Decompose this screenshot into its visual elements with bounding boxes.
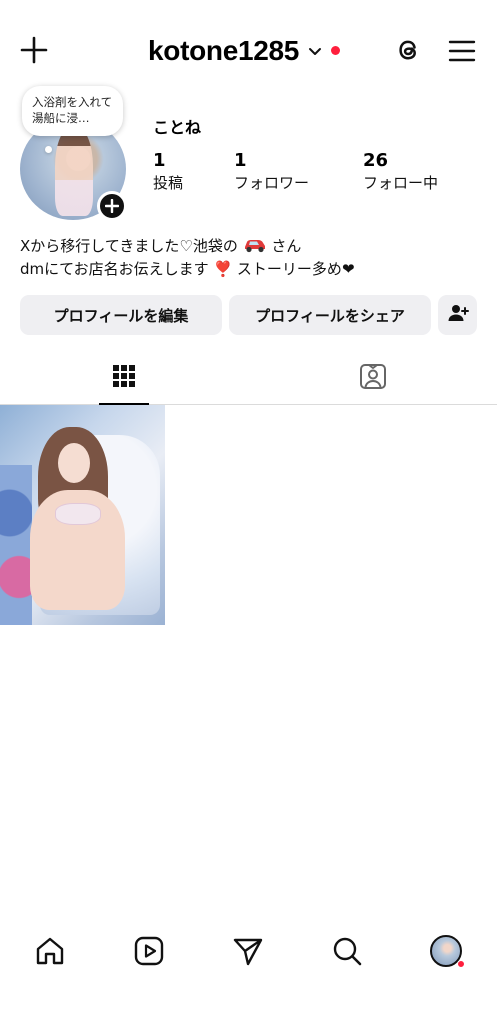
username: kotone1285: [148, 35, 300, 66]
note-bubble[interactable]: 入浴剤を入れて湯船に浸…: [22, 86, 123, 136]
hamburger-menu-icon[interactable]: [447, 36, 477, 66]
stat-value: 1: [234, 150, 247, 171]
bio: Xから移行してきました♡池袋の さん dmにてお店名お伝えします ❣️ ストーリ…: [20, 235, 355, 281]
car-emoji-icon: [243, 237, 267, 253]
top-bar: kotone1285: [0, 0, 497, 100]
note-text: 入浴剤を入れて湯船に浸…: [32, 95, 113, 125]
notification-dot: [457, 960, 465, 968]
tab-posts-grid[interactable]: [99, 352, 149, 405]
send-icon[interactable]: [230, 933, 266, 969]
bio-line-2-stories: ストーリー多め: [232, 260, 342, 278]
bio-line-1-end: さん: [271, 237, 302, 255]
edit-profile-button[interactable]: プロフィールを編集: [20, 295, 222, 335]
add-icon[interactable]: [18, 34, 50, 66]
display-name: ことね: [153, 118, 202, 137]
add-person-icon: [447, 302, 469, 328]
chevron-down-icon: [307, 44, 323, 60]
home-icon[interactable]: [32, 933, 68, 969]
add-story-icon[interactable]: [97, 191, 127, 221]
stat-posts[interactable]: 1 投稿: [153, 150, 183, 194]
stat-value: 26: [363, 150, 389, 171]
stat-value: 1: [153, 150, 166, 171]
note-bubble-tail: [45, 146, 52, 153]
stat-following[interactable]: 26 フォロー中: [363, 150, 438, 194]
profile-tabs: [0, 352, 497, 405]
heart-exclamation-emoji: ❣️: [213, 260, 233, 278]
share-profile-button[interactable]: プロフィールをシェア: [229, 295, 431, 335]
notification-dot: [331, 45, 341, 55]
stat-label: 投稿: [153, 174, 184, 192]
discover-people-button[interactable]: [438, 295, 477, 335]
tab-tagged[interactable]: [348, 352, 398, 404]
stat-followers[interactable]: 1 フォロワー: [234, 150, 309, 194]
profile-tab[interactable]: [428, 933, 465, 969]
stat-label: フォロー中: [363, 174, 439, 192]
threads-icon[interactable]: [392, 34, 424, 66]
account-switcher[interactable]: kotone1285: [148, 33, 341, 69]
search-icon[interactable]: [329, 933, 365, 969]
bottom-navigation: [0, 925, 497, 980]
reels-icon[interactable]: [131, 933, 167, 969]
heart-emoji: ❤: [341, 260, 355, 278]
post-thumbnail[interactable]: [0, 405, 165, 625]
stat-label: フォロワー: [234, 174, 310, 192]
bio-line-1-text: Xから移行してきました♡池袋の: [20, 237, 238, 255]
grid-icon: [112, 364, 136, 392]
bio-line-2-text: dmにてお店名お伝えします: [20, 260, 209, 278]
tagged-person-icon: [359, 362, 387, 394]
